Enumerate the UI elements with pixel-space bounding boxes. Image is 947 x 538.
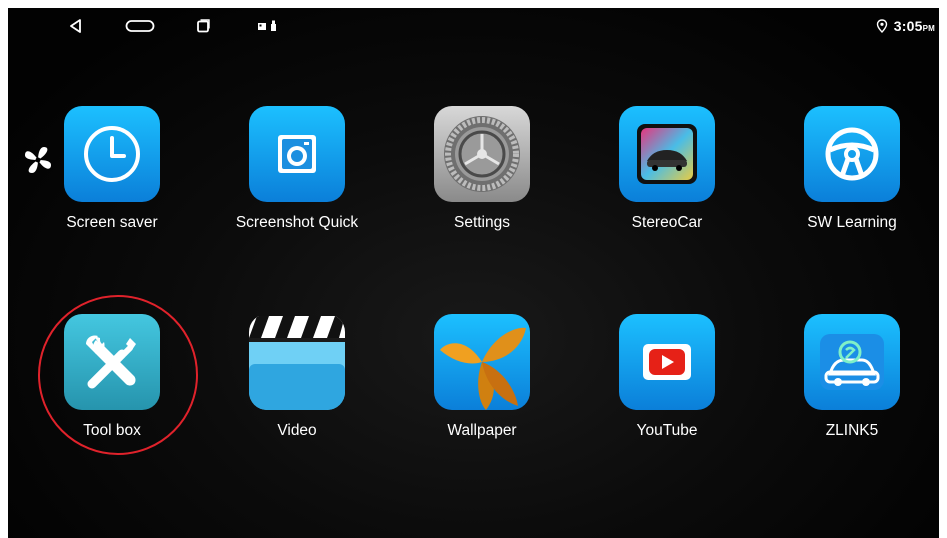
app-screenshot-quick[interactable]: Screenshot Quick [222, 106, 372, 232]
clapperboard-icon [249, 314, 345, 410]
app-tool-box[interactable]: Tool box [37, 314, 187, 440]
app-settings[interactable]: Settings [407, 106, 557, 232]
home-screen: 3:05PM Screen saver Screenshot Quick Set… [8, 8, 939, 538]
app-label: Tool box [83, 422, 141, 439]
app-wallpaper[interactable]: Wallpaper [407, 314, 557, 440]
clock: 3:05PM [894, 18, 935, 34]
steering-wheel-icon [804, 106, 900, 202]
app-zlink5[interactable]: ZLINK5 [777, 314, 927, 440]
settings-gear-icon [434, 106, 530, 202]
home-pill-icon [125, 20, 155, 32]
recents-button[interactable] [194, 16, 212, 36]
app-screen-saver[interactable]: Screen saver [37, 106, 187, 232]
home-button[interactable] [124, 16, 156, 36]
app-youtube[interactable]: YouTube [592, 314, 742, 440]
notification-icons [254, 16, 284, 36]
app-label: Wallpaper [447, 422, 517, 439]
back-button[interactable] [66, 16, 86, 36]
leaves-icon [434, 314, 530, 410]
camera-icon [249, 106, 345, 202]
status-bar: 3:05PM [8, 8, 939, 44]
location-pin-icon [876, 19, 887, 33]
youtube-icon [619, 314, 715, 410]
clock-ampm: PM [922, 24, 935, 33]
clock-icon [64, 106, 160, 202]
app-label: YouTube [636, 422, 698, 439]
sd-usb-icon [258, 20, 276, 31]
app-label: Screenshot Quick [235, 214, 359, 231]
zlink-car-icon [804, 314, 900, 410]
wrench-screwdriver-icon [64, 314, 160, 410]
stereocar-icon [619, 106, 715, 202]
app-label: Settings [453, 214, 510, 231]
app-label: ZLINK5 [825, 422, 879, 439]
recents-square-icon [197, 19, 210, 33]
app-label: Video [277, 422, 317, 439]
status-right: 3:05PM [876, 8, 935, 44]
app-sw-learning[interactable]: SW Learning [777, 106, 927, 232]
app-label: Screen saver [66, 214, 158, 231]
back-triangle-icon [70, 19, 81, 33]
app-label: StereoCar [631, 214, 703, 231]
clock-time: 3:05 [893, 18, 923, 34]
app-video[interactable]: Video [222, 314, 372, 440]
app-stereocar[interactable]: StereoCar [592, 106, 742, 232]
app-label: SW Learning [807, 214, 897, 231]
